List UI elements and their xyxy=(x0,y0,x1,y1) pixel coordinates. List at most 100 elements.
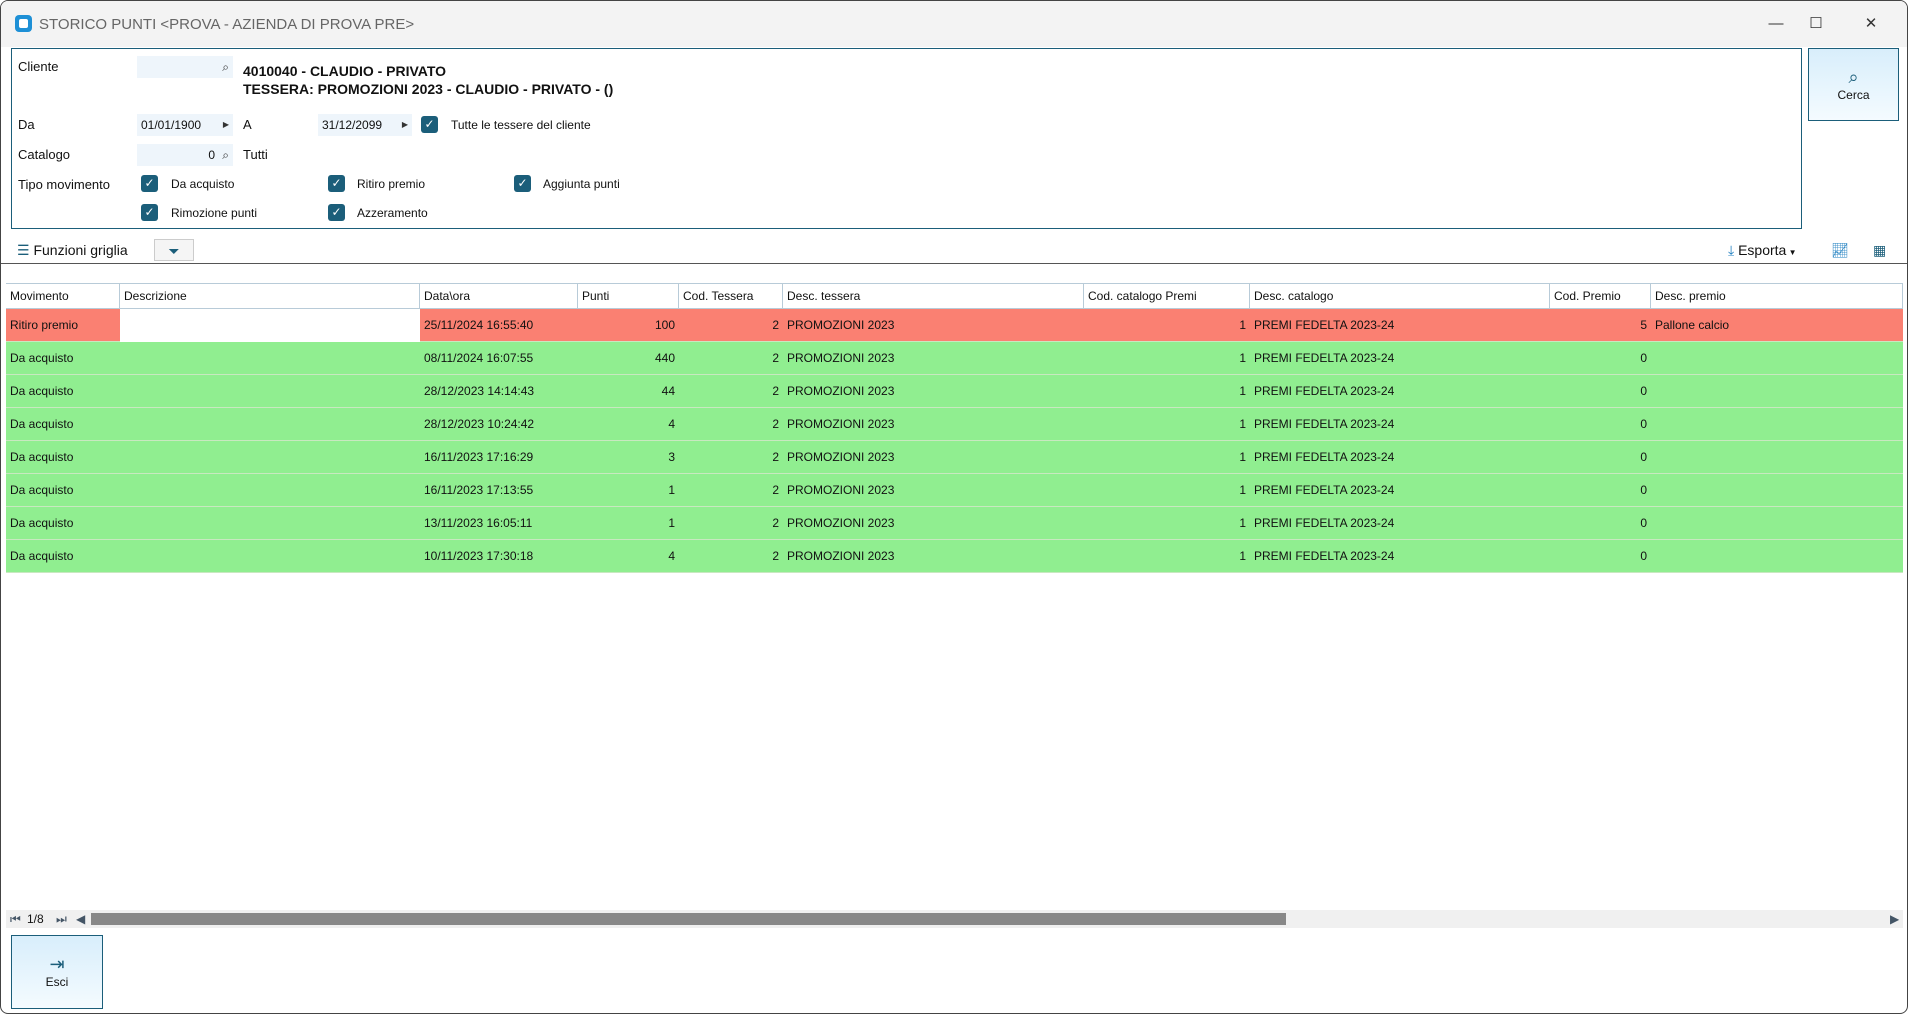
column-header[interactable]: Data\ora xyxy=(420,284,578,309)
table-cell[interactable]: PROMOZIONI 2023 xyxy=(783,408,1084,441)
table-cell[interactable] xyxy=(1651,408,1903,441)
search-icon[interactable]: ⌕ xyxy=(222,144,229,166)
table-cell[interactable]: 0 xyxy=(1550,408,1651,441)
table-cell[interactable]: 1 xyxy=(1084,309,1250,342)
table-cell[interactable]: 1 xyxy=(1084,474,1250,507)
table-cell[interactable]: 0 xyxy=(1550,540,1651,573)
table-cell[interactable]: 2 xyxy=(679,375,783,408)
aggiunta-punti-checkbox[interactable]: ✓ xyxy=(514,175,531,192)
table-cell[interactable]: 2 xyxy=(679,474,783,507)
table-cell[interactable]: Da acquisto xyxy=(6,540,120,573)
table-cell[interactable]: 4 xyxy=(578,408,679,441)
rimozione-punti-checkbox[interactable]: ✓ xyxy=(141,204,158,221)
table-cell[interactable]: 28/12/2023 10:24:42 xyxy=(420,408,578,441)
table-cell[interactable]: Da acquisto xyxy=(6,375,120,408)
esci-button[interactable]: ⇥ Esci xyxy=(11,935,103,1009)
table-cell[interactable]: PREMI FEDELTA 2023-24 xyxy=(1250,507,1550,540)
chevron-right-icon[interactable]: ▶ xyxy=(223,114,229,136)
chart-button[interactable]: 📈︎ xyxy=(1831,239,1849,261)
maximize-button[interactable]: ☐ xyxy=(1801,11,1831,37)
table-cell[interactable]: 1 xyxy=(1084,441,1250,474)
minimize-button[interactable]: — xyxy=(1761,11,1791,37)
table-cell[interactable]: 2 xyxy=(679,540,783,573)
last-page-icon[interactable]: ⏭ xyxy=(56,910,67,928)
table-cell[interactable]: 0 xyxy=(1550,342,1651,375)
table-cell[interactable]: 25/11/2024 16:55:40 xyxy=(420,309,578,342)
column-header[interactable]: Desc. catalogo xyxy=(1250,284,1550,309)
table-cell[interactable]: PROMOZIONI 2023 xyxy=(783,441,1084,474)
table-cell[interactable] xyxy=(120,441,420,474)
column-header[interactable]: Desc. tessera xyxy=(783,284,1084,309)
table-cell[interactable]: 1 xyxy=(578,474,679,507)
chevron-right-icon[interactable]: ▶ xyxy=(402,114,408,136)
table-cell[interactable]: PROMOZIONI 2023 xyxy=(783,540,1084,573)
table-row[interactable]: Da acquisto 08/11/2024 16:07:55 440 2 PROMOZ… xyxy=(6,342,1903,375)
column-header[interactable]: Descrizione xyxy=(120,284,420,309)
column-header[interactable]: Desc. premio xyxy=(1651,284,1903,309)
table-cell[interactable] xyxy=(1651,474,1903,507)
da-date-input[interactable]: 01/01/1900 ▶ xyxy=(137,114,233,136)
table-cell[interactable] xyxy=(1651,507,1903,540)
table-cell[interactable]: Ritiro premio xyxy=(6,309,120,342)
table-cell[interactable]: 1 xyxy=(1084,540,1250,573)
table-cell[interactable]: Da acquisto xyxy=(6,474,120,507)
table-cell[interactable]: 2 xyxy=(679,408,783,441)
table-cell[interactable]: 100 xyxy=(578,309,679,342)
table-cell[interactable]: PREMI FEDELTA 2023-24 xyxy=(1250,342,1550,375)
table-cell[interactable]: 2 xyxy=(679,507,783,540)
table-cell[interactable]: Da acquisto xyxy=(6,408,120,441)
azzeramento-checkbox[interactable]: ✓ xyxy=(328,204,345,221)
column-header[interactable]: Punti xyxy=(578,284,679,309)
column-header[interactable]: Movimento xyxy=(6,284,120,309)
table-cell[interactable]: 08/11/2024 16:07:55 xyxy=(420,342,578,375)
table-cell[interactable] xyxy=(120,375,420,408)
table-cell[interactable]: PROMOZIONI 2023 xyxy=(783,309,1084,342)
table-cell[interactable]: PREMI FEDELTA 2023-24 xyxy=(1250,408,1550,441)
table-cell[interactable]: 2 xyxy=(679,342,783,375)
scroll-left-icon[interactable]: ◀ xyxy=(76,910,85,928)
table-cell[interactable] xyxy=(120,540,420,573)
column-header[interactable]: Cod. catalogo Premi xyxy=(1084,284,1250,309)
table-cell[interactable]: 3 xyxy=(578,441,679,474)
table-cell[interactable]: Pallone calcio xyxy=(1651,309,1903,342)
catalogo-input[interactable]: 0 ⌕ xyxy=(137,144,233,166)
table-cell[interactable] xyxy=(120,507,420,540)
table-cell[interactable]: 440 xyxy=(578,342,679,375)
table-cell[interactable]: Da acquisto xyxy=(6,441,120,474)
table-cell[interactable] xyxy=(1651,375,1903,408)
table-cell[interactable]: 5 xyxy=(1550,309,1651,342)
first-page-icon[interactable]: ⏮ xyxy=(10,910,21,928)
filter-button[interactable]: ⏷ xyxy=(154,239,194,261)
search-icon[interactable]: ⌕ xyxy=(222,56,229,78)
table-cell[interactable]: PROMOZIONI 2023 xyxy=(783,474,1084,507)
table-cell[interactable]: 10/11/2023 17:30:18 xyxy=(420,540,578,573)
table-cell[interactable]: 16/11/2023 17:16:29 xyxy=(420,441,578,474)
table-row[interactable]: Da acquisto 10/11/2023 17:30:18 4 2 PROMOZIO… xyxy=(6,540,1903,573)
table-cell[interactable]: 4 xyxy=(578,540,679,573)
column-header[interactable]: Cod. Premio xyxy=(1550,284,1651,309)
table-row[interactable]: Da acquisto 28/12/2023 10:24:42 4 2 PROMOZIO… xyxy=(6,408,1903,441)
table-cell[interactable] xyxy=(1651,441,1903,474)
table-cell[interactable]: PREMI FEDELTA 2023-24 xyxy=(1250,474,1550,507)
table-cell[interactable]: 1 xyxy=(1084,408,1250,441)
table-row[interactable]: Da acquisto 28/12/2023 14:14:43 44 2 PROMOZI… xyxy=(6,375,1903,408)
table-row[interactable]: Da acquisto 16/11/2023 17:13:55 1 2 PROMOZIO… xyxy=(6,474,1903,507)
table-cell[interactable]: 2 xyxy=(679,309,783,342)
table-cell[interactable]: PREMI FEDELTA 2023-24 xyxy=(1250,540,1550,573)
table-cell[interactable] xyxy=(120,408,420,441)
table-cell[interactable]: PROMOZIONI 2023 xyxy=(783,375,1084,408)
column-header[interactable]: Cod. Tessera xyxy=(679,284,783,309)
table-row[interactable]: Da acquisto 16/11/2023 17:16:29 3 2 PROMOZIO… xyxy=(6,441,1903,474)
table-cell[interactable]: 44 xyxy=(578,375,679,408)
table-cell[interactable]: PREMI FEDELTA 2023-24 xyxy=(1250,375,1550,408)
layout-button[interactable]: ▦ xyxy=(1873,239,1886,261)
cerca-button[interactable]: ⌕ Cerca xyxy=(1808,48,1899,121)
funzioni-griglia-button[interactable]: ☰ Funzioni griglia xyxy=(17,239,128,261)
table-row[interactable]: Da acquisto 13/11/2023 16:05:11 1 2 PROMOZIO… xyxy=(6,507,1903,540)
a-date-input[interactable]: 31/12/2099 ▶ xyxy=(318,114,412,136)
da-acquisto-checkbox[interactable]: ✓ xyxy=(141,175,158,192)
table-cell[interactable]: 1 xyxy=(1084,342,1250,375)
table-cell[interactable]: 28/12/2023 14:14:43 xyxy=(420,375,578,408)
table-cell[interactable]: 13/11/2023 16:05:11 xyxy=(420,507,578,540)
close-button[interactable]: ✕ xyxy=(1856,11,1886,37)
